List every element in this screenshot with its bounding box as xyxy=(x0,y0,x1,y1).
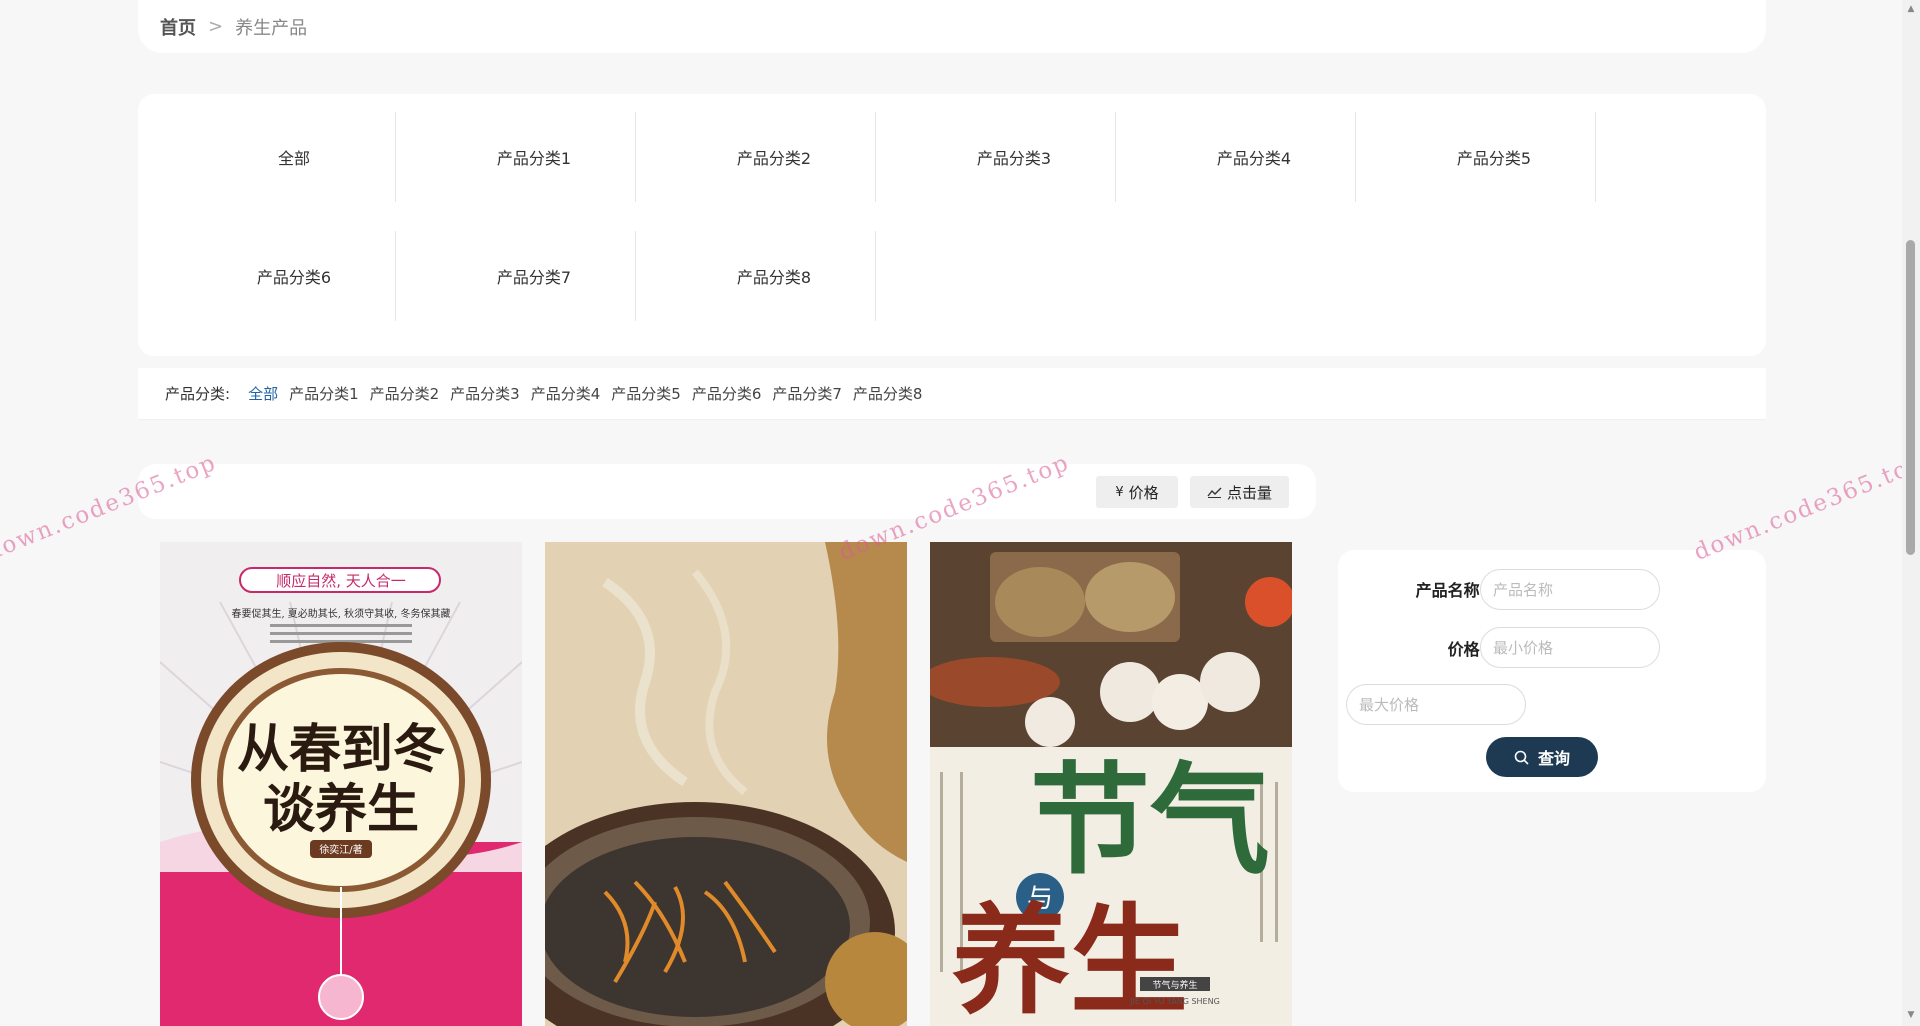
filter-option-8[interactable]: 产品分类8 xyxy=(853,383,923,404)
filter-option-2[interactable]: 产品分类2 xyxy=(370,383,440,404)
watermark-text: down.code365.top xyxy=(1690,449,1920,566)
grid-divider xyxy=(875,112,876,202)
scrollbar-thumb[interactable] xyxy=(1906,240,1915,555)
sort-by-clicks-button[interactable]: 点击量 xyxy=(1190,476,1289,508)
page-scrollbar[interactable]: ▲ ▼ xyxy=(1902,0,1920,1026)
search-icon xyxy=(1514,750,1529,765)
filter-option-all[interactable]: 全部 xyxy=(248,383,278,404)
breadcrumb: 首页 > 养生产品 xyxy=(138,0,1766,53)
category-cell-7[interactable]: 产品分类7 xyxy=(414,231,654,321)
category-cell-3[interactable]: 产品分类3 xyxy=(894,112,1134,202)
cover-caption-text: 节气与养生 xyxy=(1152,979,1197,991)
sort-bar: ¥ 价格 点击量 xyxy=(138,464,1316,519)
category-cell-2[interactable]: 产品分类2 xyxy=(654,112,894,202)
grid-divider xyxy=(1355,112,1356,202)
product-card[interactable] xyxy=(545,542,907,1026)
category-cell-5[interactable]: 产品分类5 xyxy=(1374,112,1614,202)
filter-label: 产品分类: xyxy=(165,385,231,403)
filter-option-1[interactable]: 产品分类1 xyxy=(289,383,359,404)
grid-divider xyxy=(635,231,636,321)
category-cell-1[interactable]: 产品分类1 xyxy=(414,112,654,202)
scroll-down-arrow-icon[interactable]: ▼ xyxy=(1906,1010,1916,1020)
sort-clicks-label: 点击量 xyxy=(1226,483,1272,502)
cover-pinyin-text: JIE QI YU YANG SHENG xyxy=(1129,997,1220,1006)
filter-option-3[interactable]: 产品分类3 xyxy=(450,383,520,404)
category-cell-6[interactable]: 产品分类6 xyxy=(174,231,414,321)
search-button[interactable]: 查询 xyxy=(1486,737,1598,777)
product-card[interactable]: 节气 与 养生 节气与养生 JIE QI YU YANG SHENG xyxy=(930,542,1292,1026)
category-filter-bar: 产品分类: 全部 产品分类1 产品分类2 产品分类3 产品分类4 产品分类5 产… xyxy=(138,368,1766,420)
grid-divider xyxy=(1115,112,1116,202)
cover-author-text: 徐奕江/著 xyxy=(319,843,362,856)
product-image-cover-four-seasons: 顺应自然, 天人合一 春要促其生, 夏必助其长, 秋须守其收, 冬务保其藏 从春… xyxy=(160,542,522,1026)
cover-banner-text: 顺应自然, 天人合一 xyxy=(276,572,406,590)
filter-option-6[interactable]: 产品分类6 xyxy=(692,383,762,404)
breadcrumb-current: 养生产品 xyxy=(235,17,308,39)
cover-title-jieqi: 节气 xyxy=(1030,750,1270,891)
sort-by-price-button[interactable]: ¥ 价格 xyxy=(1096,476,1178,508)
filter-option-7[interactable]: 产品分类7 xyxy=(772,383,842,404)
breadcrumb-home-link[interactable]: 首页 xyxy=(160,14,196,40)
search-button-label: 查询 xyxy=(1537,749,1570,768)
filter-option-5[interactable]: 产品分类5 xyxy=(611,383,681,404)
cover-subtitle-text: 春要促其生, 夏必助其长, 秋须守其收, 冬务保其藏 xyxy=(231,607,450,620)
breadcrumb-separator: > xyxy=(208,16,224,37)
category-cell-all[interactable]: 全部 xyxy=(174,112,414,202)
grid-divider xyxy=(395,231,396,321)
product-image-cordyceps-soup xyxy=(545,542,907,1026)
category-cell-8[interactable]: 产品分类8 xyxy=(654,231,894,321)
grid-divider xyxy=(635,112,636,202)
price-label: 价格: xyxy=(1447,640,1486,659)
max-price-input[interactable] xyxy=(1346,684,1526,725)
search-panel: 产品名称: 价格: 查询 xyxy=(1338,550,1766,792)
min-price-input[interactable] xyxy=(1480,627,1660,668)
product-name-label: 产品名称: xyxy=(1415,581,1486,600)
trend-icon xyxy=(1207,487,1222,498)
filter-option-4[interactable]: 产品分类4 xyxy=(531,383,601,404)
category-cell-4[interactable]: 产品分类4 xyxy=(1134,112,1374,202)
grid-divider xyxy=(875,231,876,321)
grid-divider xyxy=(395,112,396,202)
sort-price-label: 价格 xyxy=(1128,483,1159,502)
scroll-up-arrow-icon[interactable]: ▲ xyxy=(1906,4,1916,14)
cover-title-line1: 从春到冬 xyxy=(237,719,445,780)
cover-title-line2: 谈养生 xyxy=(263,779,419,840)
product-name-input[interactable] xyxy=(1480,569,1660,610)
grid-divider xyxy=(1595,112,1596,202)
product-card[interactable]: 顺应自然, 天人合一 春要促其生, 夏必助其长, 秋须守其收, 冬务保其藏 从春… xyxy=(160,542,522,1026)
category-grid: 全部 产品分类1 产品分类2 产品分类3 产品分类4 产品分类5 产品分类6 产… xyxy=(138,94,1766,356)
product-image-solar-terms-cover: 节气 与 养生 节气与养生 JIE QI YU YANG SHENG xyxy=(930,542,1292,1026)
yen-icon: ¥ xyxy=(1115,484,1124,500)
